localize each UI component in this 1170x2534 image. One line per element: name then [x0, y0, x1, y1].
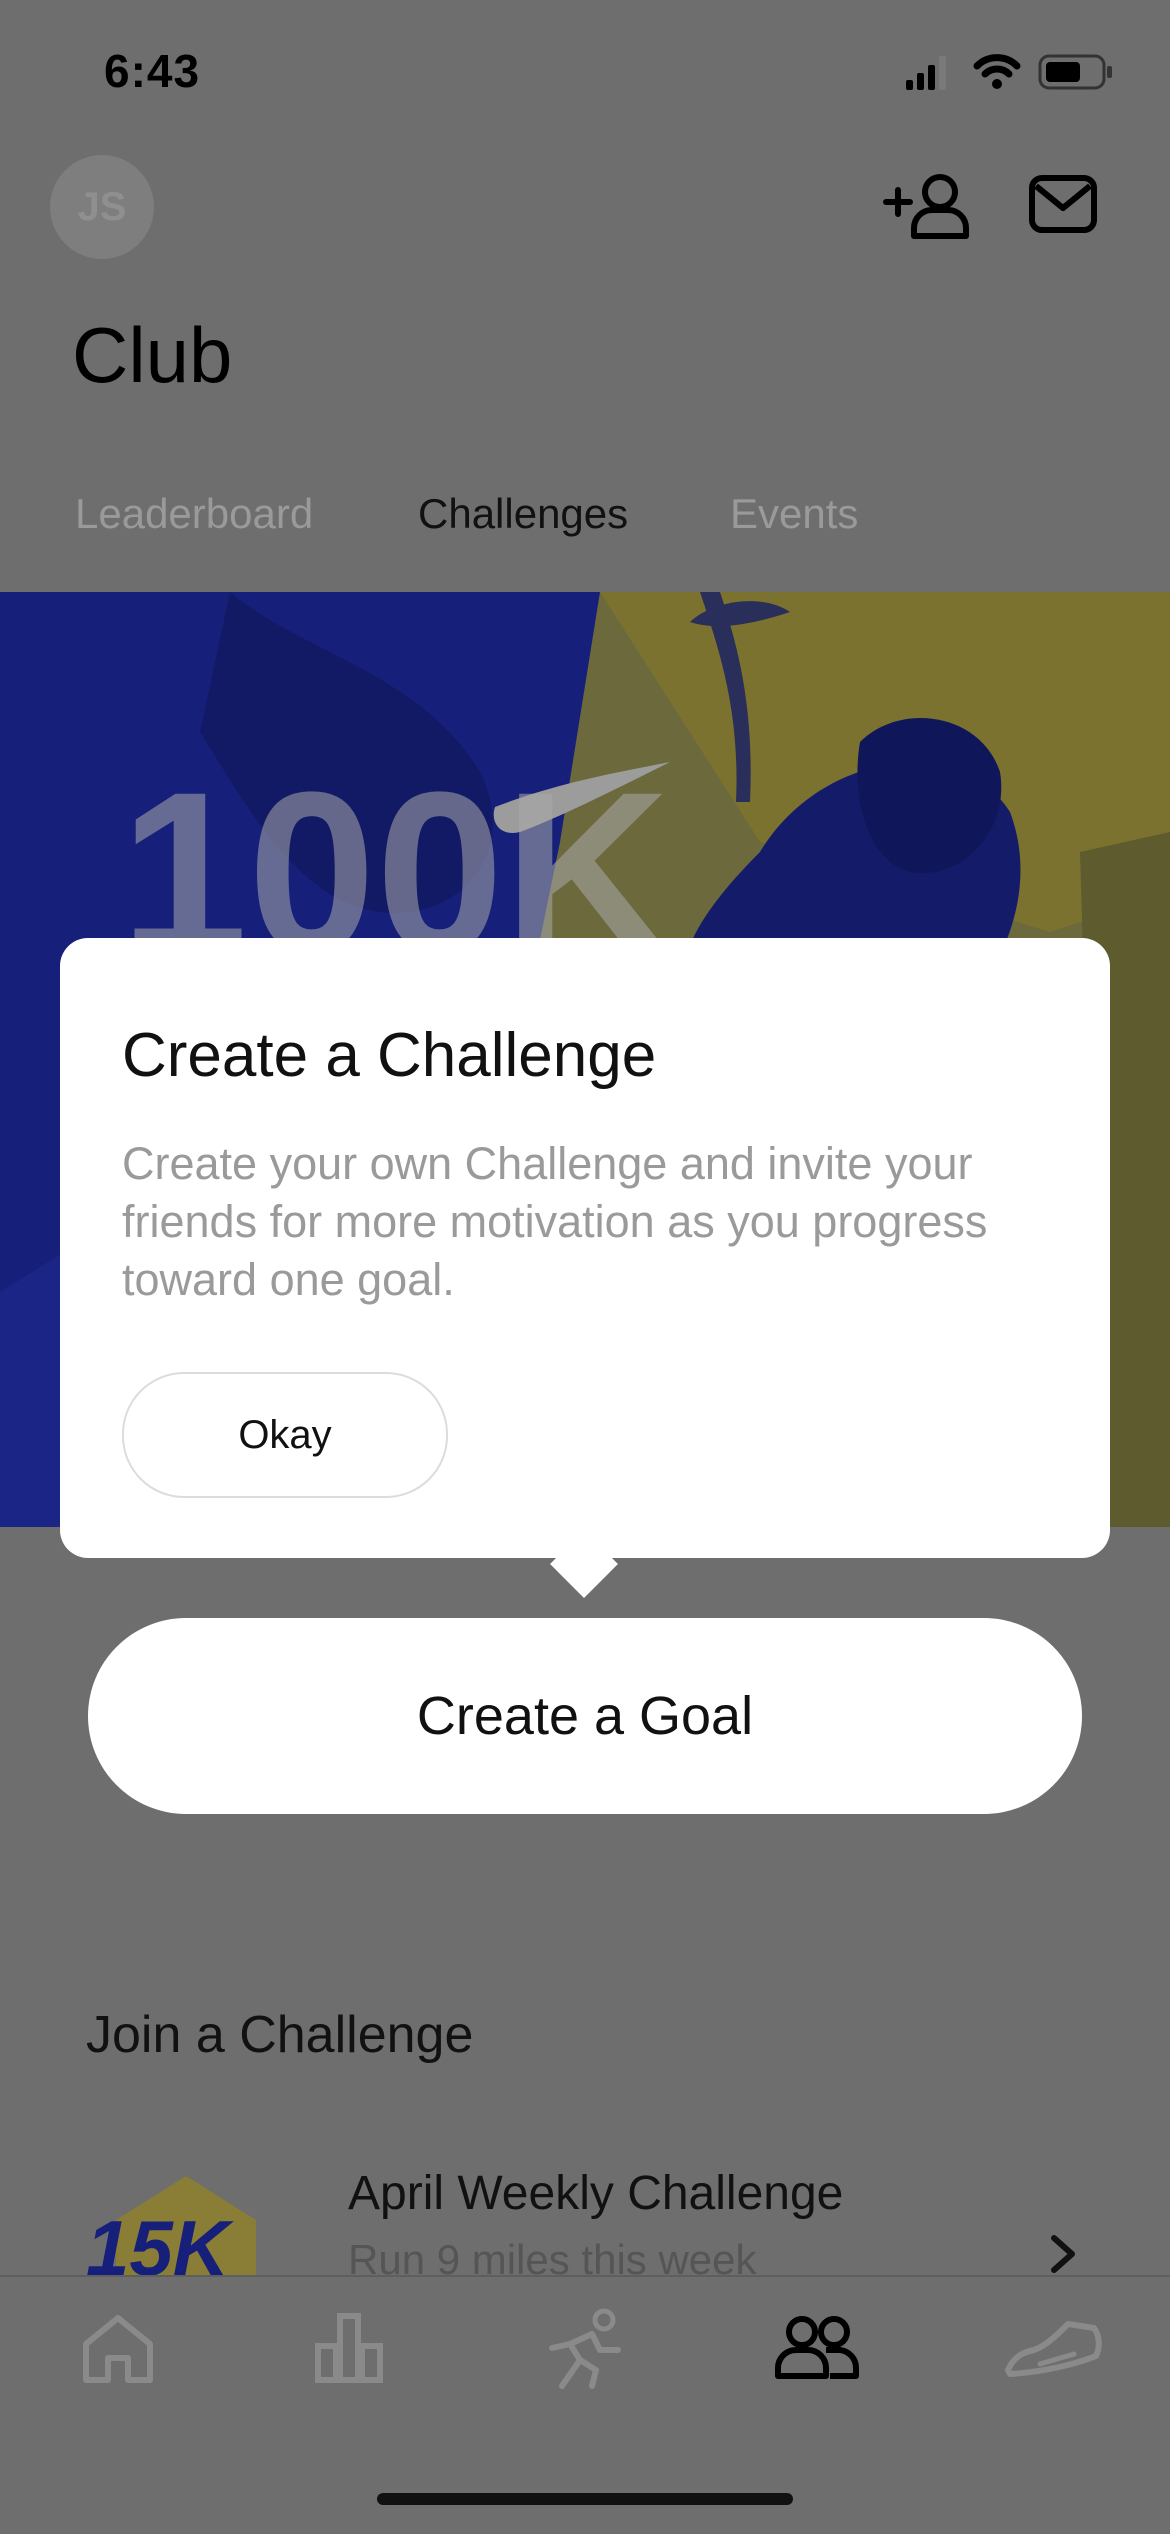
avatar-initials: JS [77, 184, 127, 229]
home-icon[interactable] [78, 2308, 158, 2388]
add-friend-icon[interactable] [882, 172, 970, 240]
tab-leaderboard[interactable]: Leaderboard [75, 490, 313, 538]
tab-challenges[interactable]: Challenges [418, 490, 628, 538]
okay-button[interactable]: Okay [122, 1372, 448, 1498]
shoe-icon[interactable] [1004, 2316, 1104, 2380]
okay-button-label: Okay [238, 1412, 332, 1457]
challenge-badge-icon: 15K [86, 2176, 256, 2275]
challenge-badge-text: 15K [86, 2204, 235, 2275]
wifi-icon [973, 54, 1021, 89]
battery-icon [1038, 54, 1112, 90]
challenge-title: April Weekly Challenge [348, 2167, 844, 2220]
home-indicator[interactable] [377, 2493, 793, 2505]
create-goal-button[interactable]: Create a Goal [88, 1618, 1082, 1814]
challenge-list-item[interactable]: 15K April Weekly Challenge Run 9 miles t… [0, 2140, 1170, 2275]
section-title: Join a Challenge [86, 2006, 474, 2064]
inbox-icon[interactable] [1028, 172, 1098, 236]
status-bar: 6:43 [0, 0, 1170, 140]
popup-description: Create your own Challenge and invite you… [122, 1138, 988, 1305]
activity-icon[interactable] [312, 2306, 388, 2386]
page-title: Club [72, 311, 233, 399]
chevron-right-icon [1051, 2235, 1075, 2273]
popup-title: Create a Challenge [122, 1021, 657, 1090]
avatar[interactable]: JS [50, 155, 154, 259]
club-icon[interactable] [774, 2312, 860, 2382]
status-time: 6:43 [104, 45, 201, 97]
run-icon[interactable] [540, 2306, 630, 2390]
cellular-signal-icon [906, 56, 946, 90]
tab-events[interactable]: Events [730, 490, 858, 538]
challenge-subtitle: Run 9 miles this week [348, 2236, 757, 2275]
create-goal-label: Create a Goal [416, 1686, 754, 1746]
